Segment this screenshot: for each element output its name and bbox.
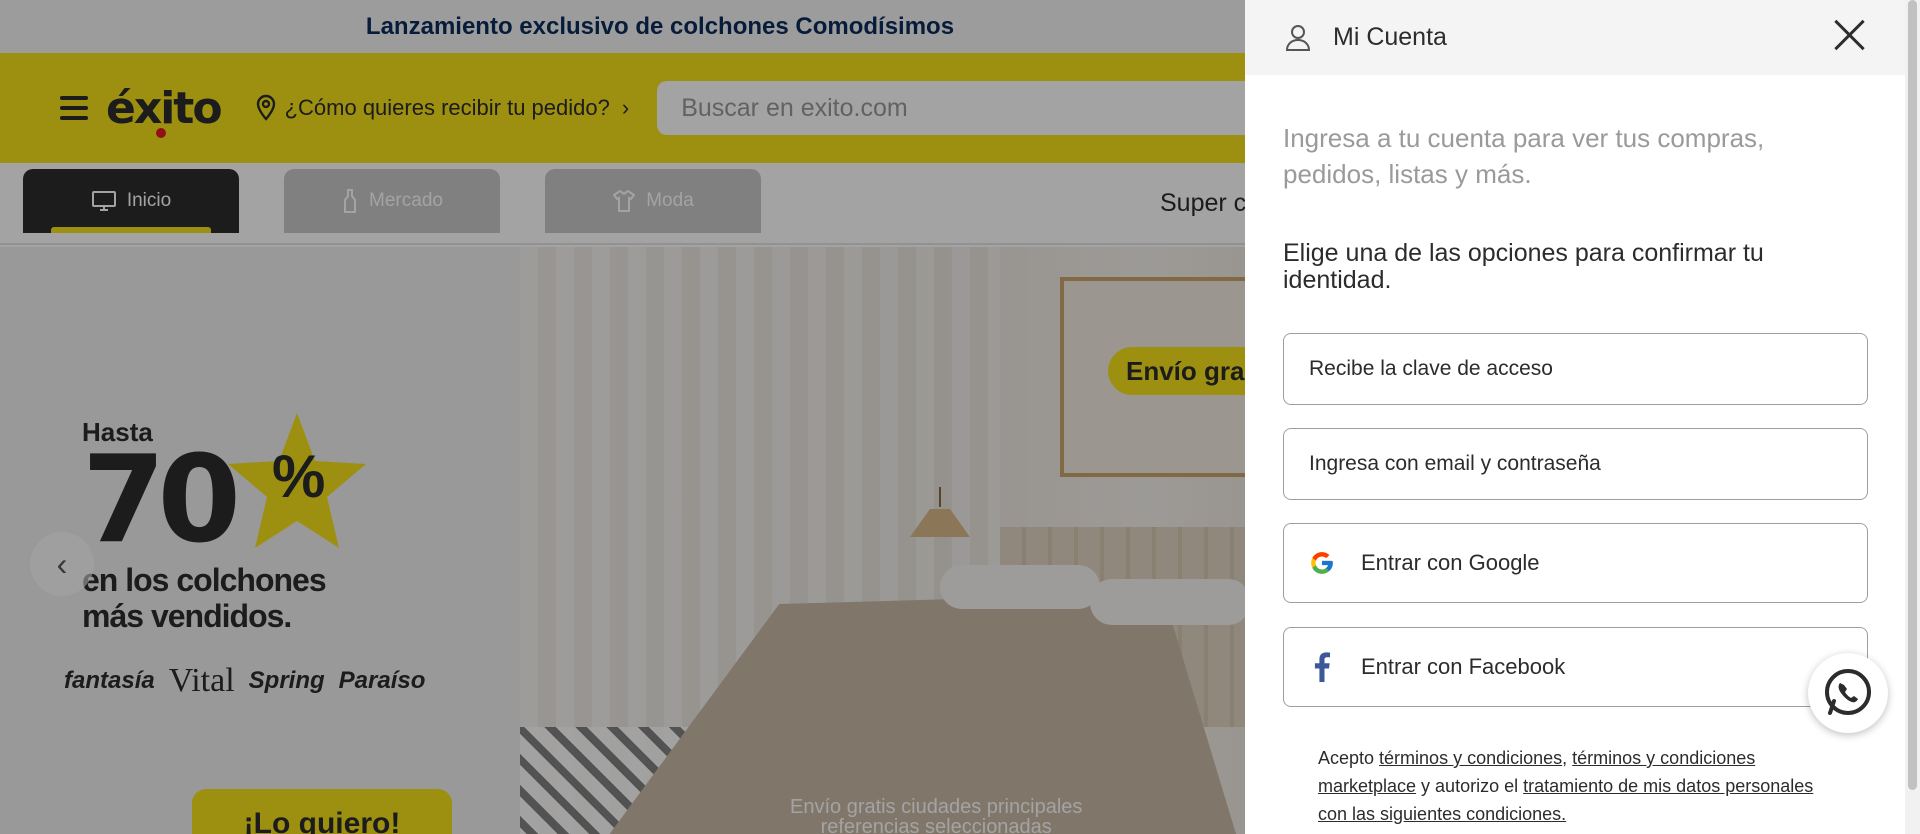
drawer-intro: Ingresa a tu cuenta para ver tus compras…	[1283, 123, 1765, 189]
option-label: Ingresa con email y contraseña	[1309, 452, 1601, 475]
whatsapp-icon	[1825, 669, 1871, 715]
google-icon	[1311, 552, 1333, 574]
terms-text: Acepto términos y condiciones, términos …	[1318, 748, 1814, 824]
drawer-header: Mi Cuenta	[1245, 0, 1905, 75]
terms-link[interactable]: términos y condiciones	[1379, 748, 1562, 768]
drawer-prompt: Elige una de las opciones para confirmar…	[1283, 239, 1764, 294]
option-label: Entrar con Facebook	[1361, 654, 1566, 679]
facebook-login-button[interactable]: Entrar con Facebook	[1283, 627, 1868, 707]
user-icon	[1285, 24, 1311, 51]
whatsapp-button[interactable]	[1808, 653, 1888, 733]
scrollbar[interactable]	[1905, 0, 1920, 834]
option-label: Recibe la clave de acceso	[1309, 357, 1553, 380]
scrollbar-thumb[interactable]	[1908, 0, 1917, 790]
option-label: Entrar con Google	[1361, 550, 1540, 575]
email-password-button[interactable]: Ingresa con email y contraseña	[1283, 428, 1868, 500]
close-icon[interactable]	[1833, 18, 1867, 52]
drawer-title: Mi Cuenta	[1333, 23, 1447, 51]
facebook-icon	[1314, 652, 1330, 682]
account-drawer: Mi Cuenta Ingresa a tu cuenta para ver t…	[1245, 0, 1905, 834]
modal-overlay[interactable]	[0, 0, 1245, 834]
google-login-button[interactable]: Entrar con Google	[1283, 523, 1868, 603]
access-code-button[interactable]: Recibe la clave de acceso	[1283, 333, 1868, 405]
